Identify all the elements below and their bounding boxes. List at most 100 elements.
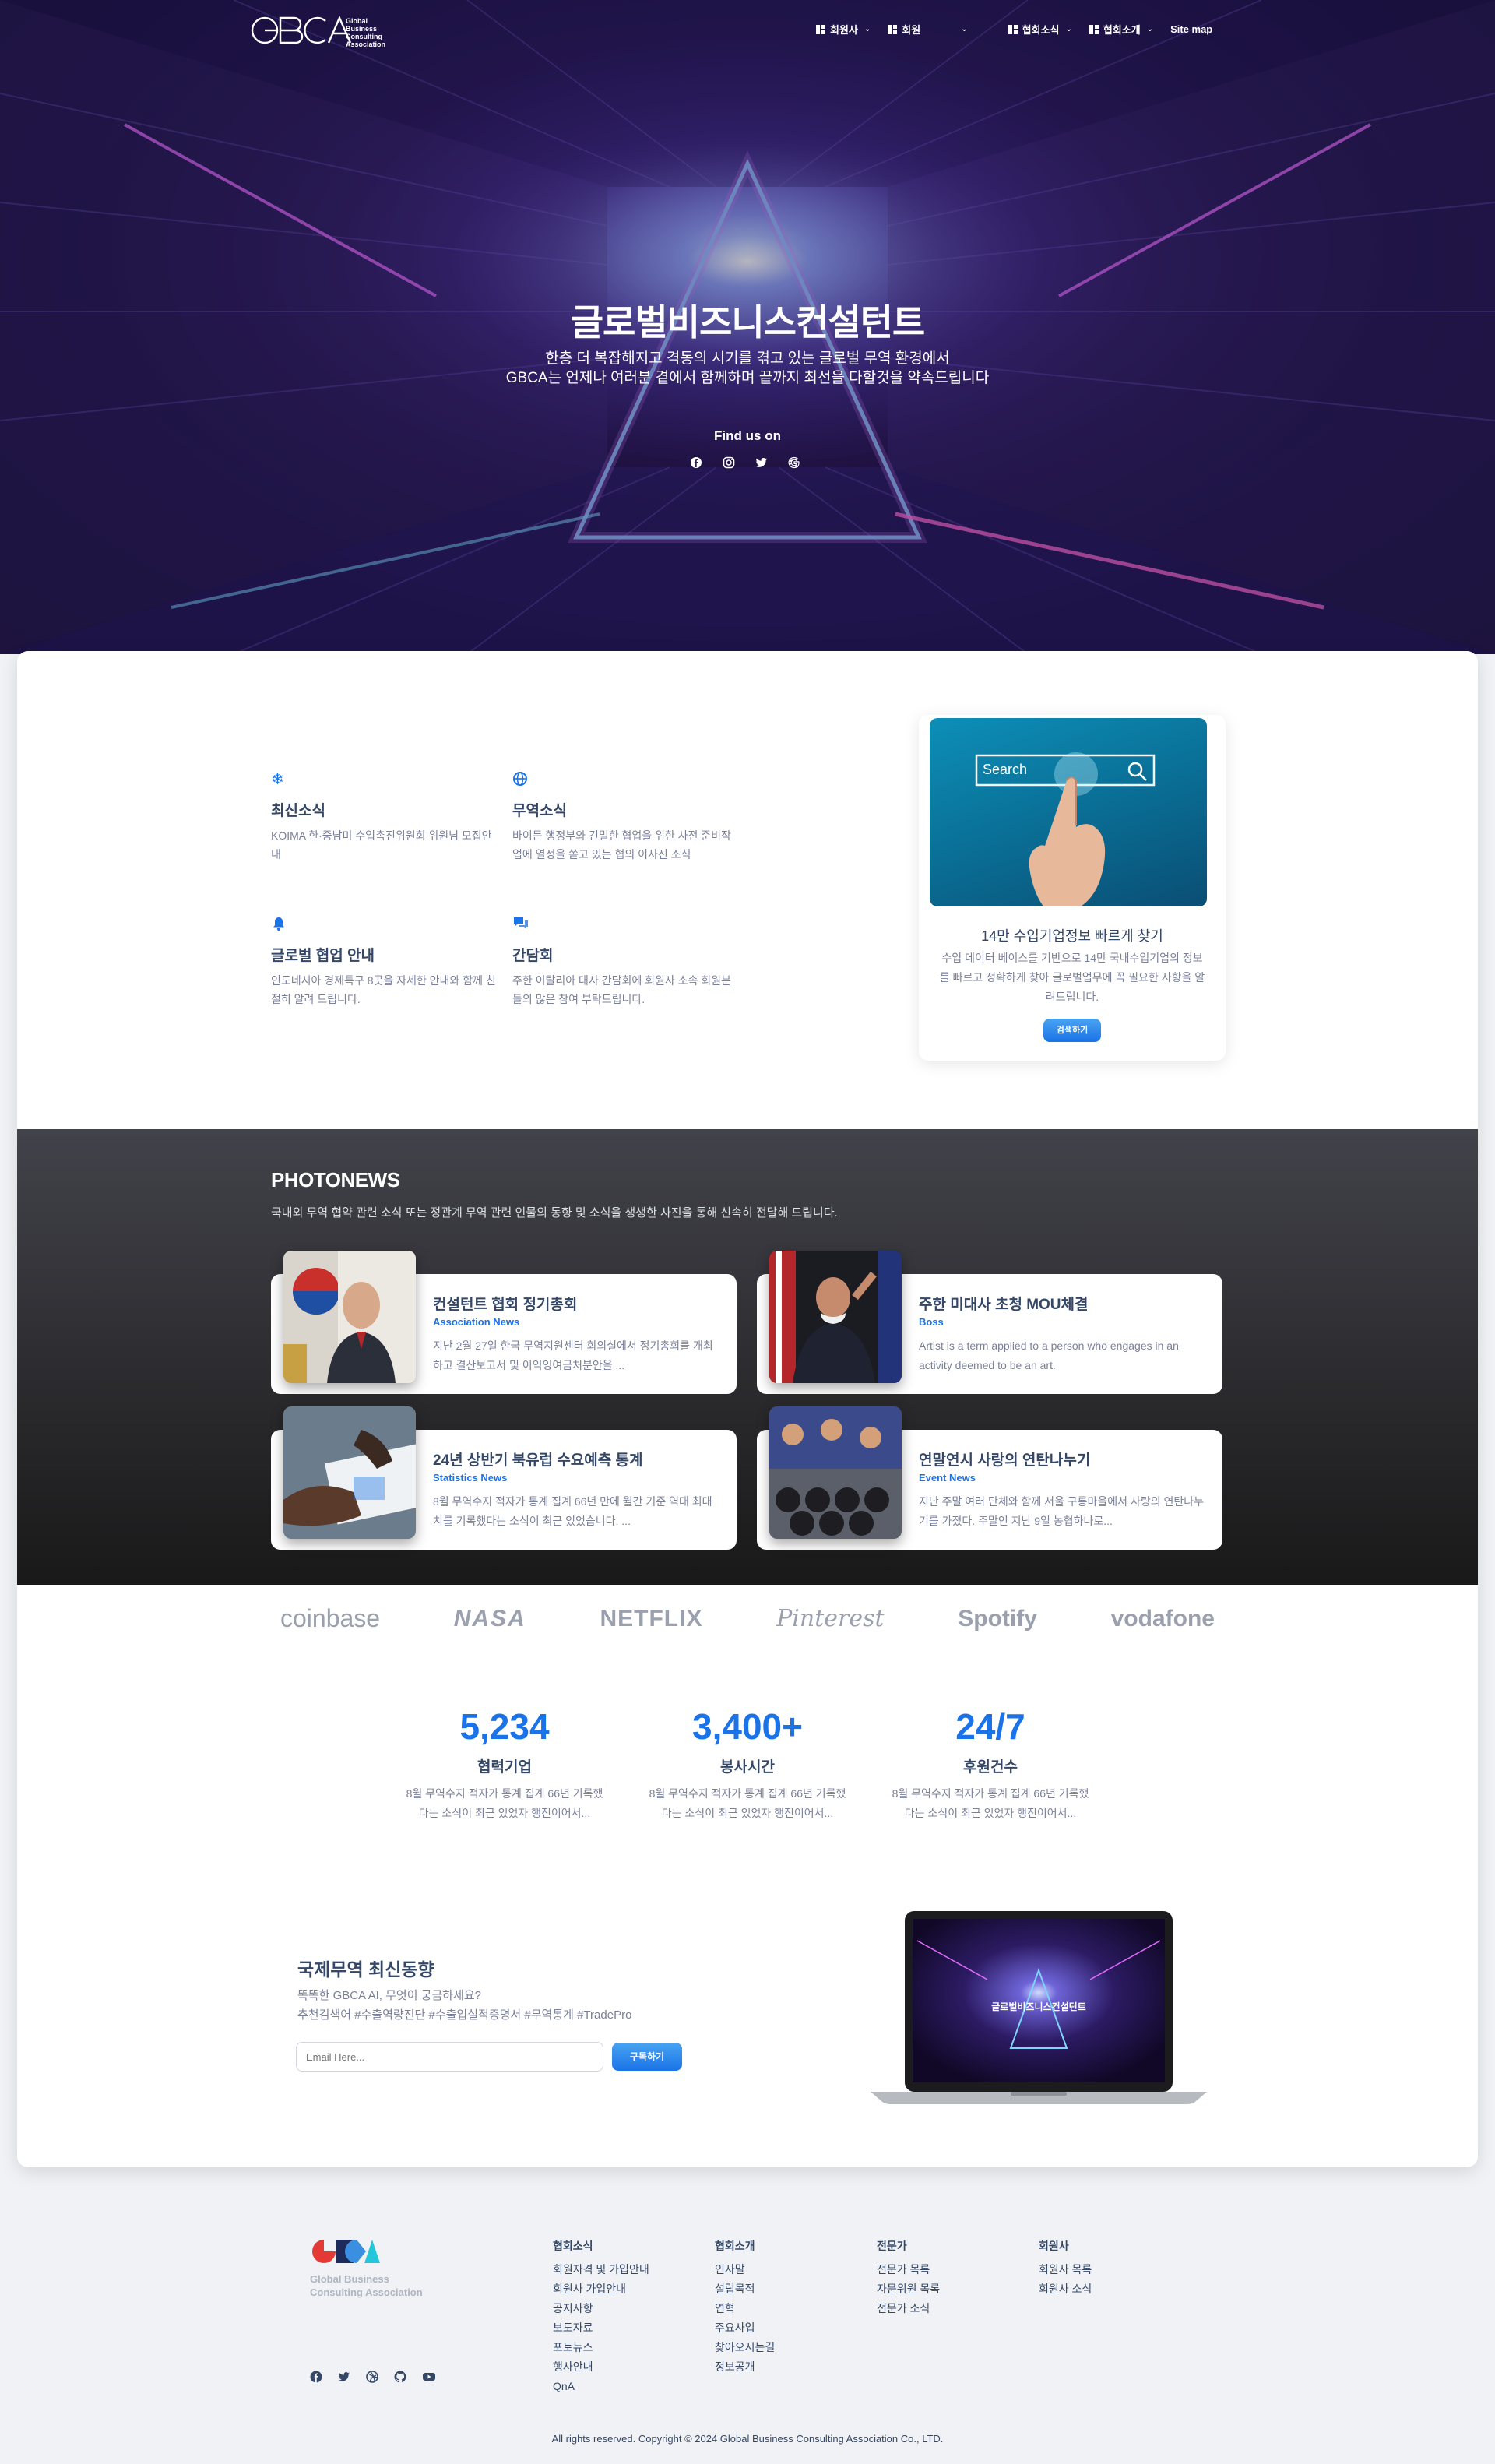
feature-text: 주한 이탈리아 대사 간담회에 회원사 소속 회원분들의 많은 참여 부탁드립니… bbox=[512, 974, 731, 1005]
dashboard-icon bbox=[1089, 24, 1099, 34]
footer-link[interactable]: 보도자료 bbox=[553, 2318, 649, 2338]
dashboard-icon bbox=[1008, 24, 1018, 34]
stat-partner-companies: 5,234 협력기업 8월 무역수지 적자가 통계 집계 66년 기록했 다는 소… bbox=[388, 1705, 621, 1823]
nav-label: 회원사 bbox=[830, 24, 858, 36]
nav-item-members-company[interactable]: 회원사 ⌄ bbox=[816, 22, 871, 37]
hero-section: Global Business Consulting Association 회… bbox=[0, 0, 1495, 654]
news-category: Association News bbox=[433, 1316, 520, 1328]
footer-link[interactable]: 회원사 가입안내 bbox=[553, 2279, 649, 2299]
feature-text: 바이든 행정부와 긴밀한 협업을 위한 사전 준비작업에 열정을 쏟고 있는 협… bbox=[512, 829, 731, 861]
feature-title: 무역소식 bbox=[512, 803, 567, 819]
gbca-logo[interactable]: Global Business Consulting Association bbox=[246, 9, 394, 51]
stat-value: 3,400+ bbox=[692, 1706, 803, 1747]
find-us-label: Find us on bbox=[714, 428, 781, 443]
search-button[interactable]: 검색하기 bbox=[1043, 1019, 1101, 1042]
instagram-icon[interactable] bbox=[723, 456, 735, 469]
nav-item-members[interactable]: 회원 ⌄ bbox=[888, 22, 968, 37]
newsletter-title: 국제무역 최신동향 bbox=[297, 1959, 434, 1980]
stat-text: 8월 무역수지 적자가 통계 집계 66년 기록했 다는 소식이 최근 있었자 행… bbox=[388, 1784, 621, 1823]
news-thumbnail bbox=[769, 1406, 902, 1539]
footer-link[interactable]: 공지사항 bbox=[553, 2299, 649, 2318]
subscribe-button[interactable]: 구독하기 bbox=[612, 2043, 682, 2071]
stat-label: 후원건수 bbox=[963, 1759, 1018, 1776]
stat-text-line: 8월 무역수지 적자가 통계 집계 66년 기록했 bbox=[649, 1787, 846, 1800]
twitter-icon[interactable] bbox=[338, 2371, 350, 2387]
news-title: 24년 상반기 북유럽 수요예측 통계 bbox=[433, 1452, 643, 1469]
top-navbar: Global Business Consulting Association 회… bbox=[0, 0, 1495, 61]
news-card[interactable]: 연말연시 사랑의 연탄나누기 Event News 지난 주말 여러 단체와 함… bbox=[757, 1406, 1222, 1550]
footer-link[interactable]: 회원자격 및 가입안내 bbox=[553, 2260, 649, 2279]
facebook-icon[interactable] bbox=[310, 2371, 322, 2387]
photonews-lead: 국내외 무역 협약 관련 소식 또는 정관계 무역 관련 인물의 동향 및 소식… bbox=[271, 1206, 838, 1220]
nav-item-about[interactable]: 협회소개 ⌄ bbox=[1089, 22, 1153, 37]
globe-icon bbox=[512, 771, 529, 788]
news-title: 연말연시 사랑의 연탄나누기 bbox=[919, 1452, 1091, 1469]
news-thumbnail bbox=[283, 1251, 416, 1383]
news-category: Statistics News bbox=[433, 1472, 508, 1484]
news-thumbnail bbox=[283, 1406, 416, 1539]
footer-link[interactable]: 정보공개 bbox=[715, 2357, 775, 2377]
footer-link[interactable]: 전문가 소식 bbox=[877, 2299, 940, 2318]
stat-sponsorships: 24/7 후원건수 8월 무역수지 적자가 통계 집계 66년 기록했 다는 소식… bbox=[874, 1705, 1107, 1823]
news-title: 주한 미대사 초청 MOU체결 bbox=[919, 1297, 1089, 1313]
feature-global-cooperation[interactable]: 글로벌 협업 안내 인도네시아 경제특구 8곳을 자세한 안내와 함께 친절히 … bbox=[271, 916, 497, 1008]
footer-link[interactable]: 주요사업 bbox=[715, 2318, 775, 2338]
coinbase-logo: coinbase bbox=[280, 1604, 381, 1632]
hero-subtitle-line: GBCA는 언제나 여러분 곁에서 함께하며 끝까지 최선을 다할것을 약속드립… bbox=[505, 370, 990, 386]
nav-label: 협회소개 bbox=[1103, 24, 1141, 36]
stat-text-line: 다는 소식이 최근 있었자 행진이어서... bbox=[418, 1807, 591, 1819]
stat-text-line: 다는 소식이 최근 있었자 행진이어서... bbox=[904, 1807, 1077, 1819]
stat-text-line: 8월 무역수지 적자가 통계 집계 66년 기록했 bbox=[892, 1787, 1089, 1800]
news-card[interactable]: 24년 상반기 북유럽 수요예측 통계 Statistics News 8월 무… bbox=[271, 1406, 737, 1550]
youtube-icon[interactable] bbox=[422, 2371, 436, 2387]
google-icon[interactable] bbox=[788, 456, 800, 469]
chevron-down-icon: ⌄ bbox=[1065, 25, 1072, 33]
footer-link[interactable]: 행사안내 bbox=[553, 2357, 649, 2377]
email-input[interactable] bbox=[296, 2042, 603, 2072]
feature-trade-news[interactable]: 무역소식 바이든 행정부와 긴밀한 협업을 위한 사전 준비작업에 열정을 쏟고… bbox=[512, 771, 738, 864]
hero-subtitle-line: 한층 더 복잡해지고 격동의 시기를 겪고 있는 글로벌 무역 환경에서 bbox=[545, 350, 950, 367]
footer-link[interactable]: 연혁 bbox=[715, 2299, 775, 2318]
footer-brand-name: Global Business Consulting Association bbox=[310, 2272, 423, 2299]
dashboard-icon bbox=[888, 24, 898, 34]
footer-link[interactable]: 자문위원 목록 bbox=[877, 2279, 940, 2299]
footer-column-members: 회원사 회원사 목록 회원사 소식 bbox=[1039, 2238, 1092, 2299]
footer-link[interactable]: 찾아오시는길 bbox=[715, 2338, 775, 2357]
footer-column-title: 협회소식 bbox=[553, 2240, 593, 2252]
footer-link[interactable]: 설립목적 bbox=[715, 2279, 775, 2299]
stat-volunteer-hours: 3,400+ 봉사시간 8월 무역수지 적자가 통계 집계 66년 기록했 다는 … bbox=[631, 1705, 864, 1823]
logo-text: Global Business Consulting Association bbox=[346, 17, 386, 48]
footer-link[interactable]: 포토뉴스 bbox=[553, 2338, 649, 2357]
footer-link[interactable]: QnA bbox=[553, 2377, 649, 2396]
footer-brand-line: Global Business bbox=[310, 2273, 389, 2285]
search-card-text: 수입 데이터 베이스를 기반으로 14만 국내수입기업의 정보를 빠르고 정확하… bbox=[939, 952, 1205, 1003]
feature-meeting[interactable]: 간담회 주한 이탈리아 대사 간담회에 회원사 소속 회원분들의 많은 참여 부… bbox=[512, 916, 738, 1008]
stat-value: 5,234 bbox=[459, 1706, 550, 1747]
netflix-logo: NETFLIX bbox=[600, 1605, 703, 1632]
hero-social-links bbox=[690, 456, 800, 469]
feature-latest-news[interactable]: ❄ 최신소식 KOIMA 한·중남미 수입촉진위원회 위원님 모집안내 bbox=[271, 771, 497, 864]
chevron-down-icon: ⌄ bbox=[1146, 25, 1154, 33]
footer-column-about: 협회소개 인사말 설립목적 연혁 주요사업 찾아오시는길 정보공개 bbox=[715, 2238, 775, 2377]
footer-logo[interactable] bbox=[310, 2237, 388, 2268]
nav-item-news[interactable]: 협회소식 ⌄ bbox=[1008, 22, 1072, 37]
news-card[interactable]: 컨설턴트 협회 정기총회 Association News 지난 2월 27일 … bbox=[271, 1251, 737, 1394]
dribbble-icon[interactable] bbox=[366, 2371, 378, 2387]
nasa-logo: NASA bbox=[453, 1605, 526, 1632]
footer-link[interactable]: 회원사 소식 bbox=[1039, 2279, 1092, 2299]
footer-link[interactable]: 회원사 목록 bbox=[1039, 2260, 1092, 2279]
nav-item-sitemap[interactable]: Site map bbox=[1170, 23, 1212, 35]
news-thumbnail bbox=[769, 1251, 902, 1383]
footer-social-links bbox=[310, 2371, 436, 2387]
twitter-icon[interactable] bbox=[755, 456, 768, 469]
facebook-icon[interactable] bbox=[690, 456, 702, 469]
stat-text-line: 다는 소식이 최근 있었자 행진이어서... bbox=[661, 1807, 834, 1819]
nav-label: Site map bbox=[1170, 23, 1213, 35]
news-card[interactable]: 주한 미대사 초청 MOU체결 Boss Artist is a term ap… bbox=[757, 1251, 1222, 1394]
feature-title: 최신소식 bbox=[271, 803, 325, 819]
pinterest-logo: Pinterest bbox=[776, 1605, 885, 1632]
footer-link[interactable]: 인사말 bbox=[715, 2260, 775, 2279]
stat-text: 8월 무역수지 적자가 통계 집계 66년 기록했다는 소식이 최근 있었자 행… bbox=[631, 1784, 864, 1823]
github-icon[interactable] bbox=[394, 2371, 406, 2387]
footer-link[interactable]: 전문가 목록 bbox=[877, 2260, 940, 2279]
